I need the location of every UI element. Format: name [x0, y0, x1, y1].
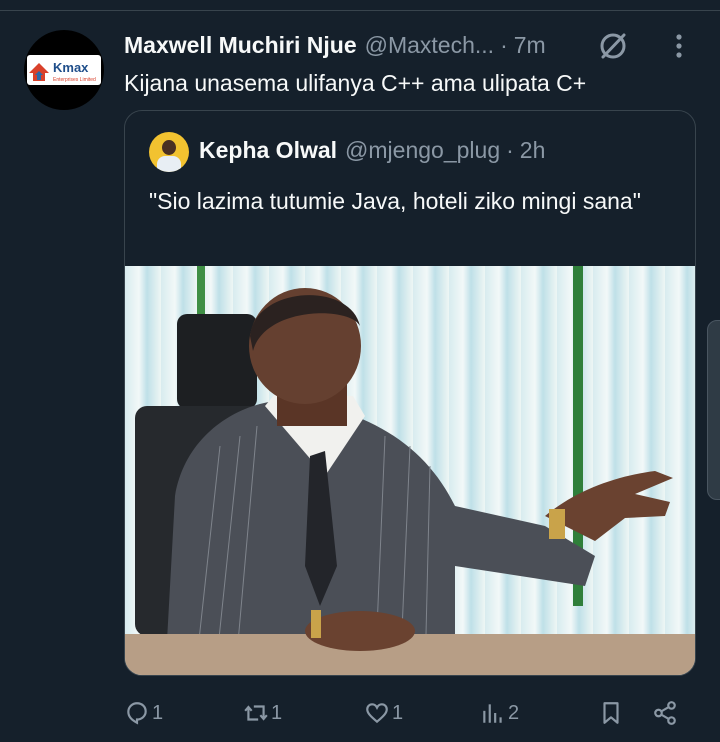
tweet-time[interactable]: 7m: [514, 32, 546, 59]
quoted-author-handle[interactable]: @mjengo_plug: [345, 137, 500, 164]
more-icon[interactable]: [669, 32, 689, 60]
separator: ·: [500, 31, 508, 58]
grok-icon[interactable]: [597, 30, 629, 62]
reply-icon: [127, 702, 147, 725]
quoted-text: "Sio lazima tutumie Java, hoteli ziko mi…: [149, 188, 641, 214]
views-button[interactable]: 2: [480, 700, 519, 726]
reply-count: 1: [152, 701, 164, 724]
avatar-shirt: [157, 156, 181, 172]
avatar[interactable]: Kmax Enterprises Limited: [24, 30, 104, 110]
repost-button[interactable]: 1: [243, 700, 282, 726]
bookmark-button[interactable]: [598, 700, 624, 726]
quoted-header: Kepha Olwal @mjengo_plug · 2h: [199, 137, 545, 164]
kmax-logo: Kmax Enterprises Limited: [27, 55, 101, 85]
reply-button[interactable]: 1: [124, 700, 163, 726]
scroll-handle[interactable]: [707, 320, 720, 500]
svg-text:Kmax: Kmax: [53, 60, 89, 75]
quoted-author-name[interactable]: Kepha Olwal: [199, 137, 337, 164]
repost-icon: [244, 705, 268, 721]
bookmark-icon: [603, 702, 619, 724]
tweet-text: Kijana unasema ulifanya C++ ama ulipata …: [124, 70, 587, 96]
like-button[interactable]: 1: [364, 700, 403, 726]
author-handle[interactable]: @Maxtech...: [365, 32, 494, 59]
like-count: 1: [392, 701, 404, 724]
like-icon: [366, 703, 388, 724]
quoted-separator: ·: [506, 137, 514, 163]
divider: [0, 10, 720, 11]
author-name[interactable]: Maxwell Muchiri Njue: [124, 32, 357, 59]
views-count: 2: [508, 701, 520, 724]
action-bar: 1 1 1 2: [0, 692, 720, 736]
share-icon: [654, 701, 676, 725]
quoted-photo[interactable]: [125, 266, 695, 675]
quoted-tweet[interactable]: Kepha Olwal @mjengo_plug · 2h "Sio lazim…: [124, 110, 696, 676]
quoted-avatar[interactable]: [149, 132, 189, 172]
tweet-header: Maxwell Muchiri Njue @Maxtech... · 7m: [124, 30, 546, 60]
share-button[interactable]: [652, 700, 678, 726]
quoted-time[interactable]: 2h: [520, 137, 546, 164]
avatar-face: [162, 140, 176, 155]
views-icon: [483, 704, 502, 723]
svg-text:Enterprises Limited: Enterprises Limited: [53, 77, 96, 83]
repost-count: 1: [271, 701, 283, 724]
